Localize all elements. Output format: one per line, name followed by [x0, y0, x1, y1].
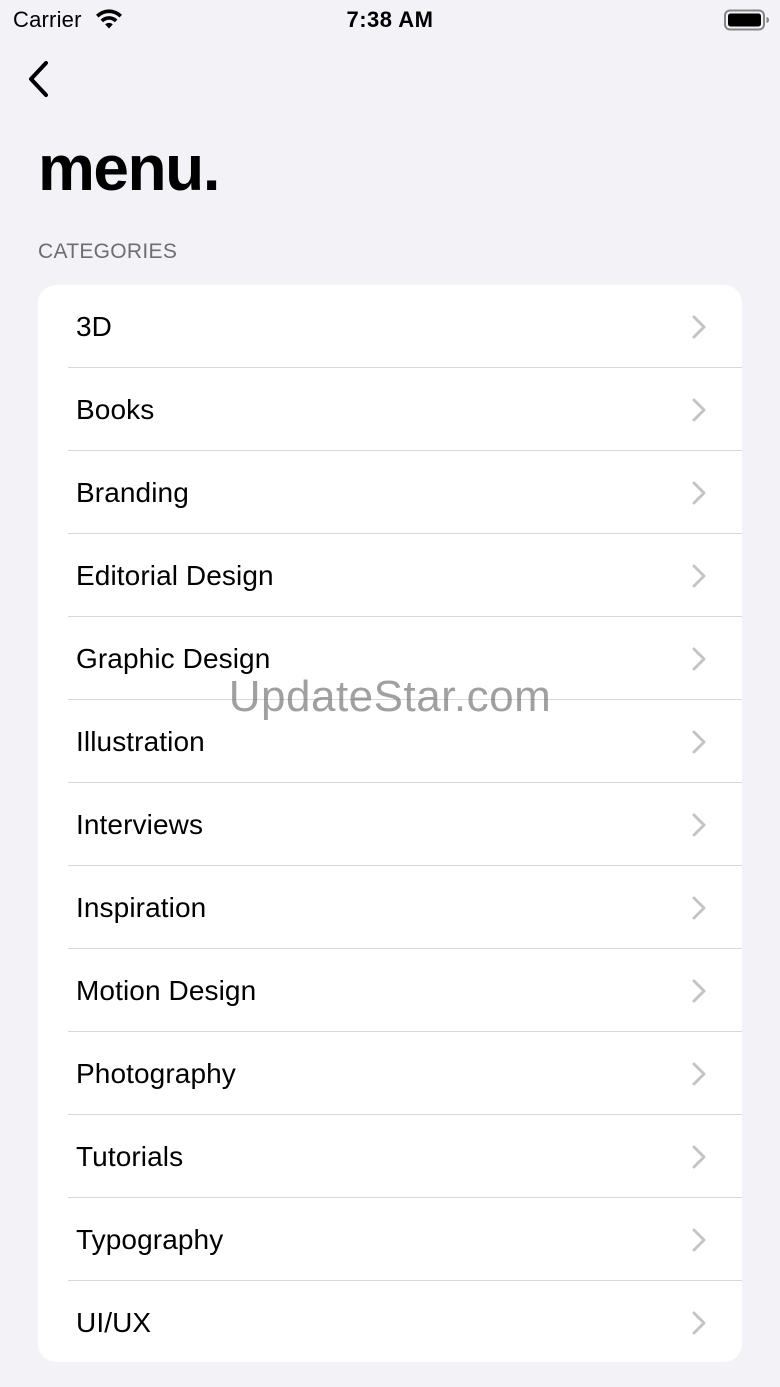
category-row-graphic-design[interactable]: Graphic Design [38, 617, 742, 700]
chevron-right-icon [692, 1311, 706, 1335]
category-row-photography[interactable]: Photography [38, 1032, 742, 1115]
chevron-right-icon [692, 1145, 706, 1169]
category-label: UI/UX [76, 1307, 152, 1338]
category-label: Interviews [76, 809, 204, 840]
chevron-right-icon [692, 564, 706, 588]
category-row-inspiration[interactable]: Inspiration [38, 866, 742, 949]
category-label: Typography [76, 1224, 224, 1255]
category-row-typography[interactable]: Typography [38, 1198, 742, 1281]
chevron-right-icon [692, 979, 706, 1003]
category-row-motion-design[interactable]: Motion Design [38, 949, 742, 1032]
category-label: Photography [76, 1058, 236, 1089]
status-time: 7:38 AM [346, 7, 434, 32]
chevron-right-icon [692, 730, 706, 754]
status-bar: Carrier 7:38 AM [0, 0, 780, 40]
back-button[interactable] [18, 56, 58, 102]
category-label: Illustration [76, 726, 205, 757]
categories-list: 3D Books Branding Editorial Design Graph… [38, 285, 742, 1362]
category-row-3d[interactable]: 3D [38, 285, 742, 368]
chevron-left-icon [29, 61, 48, 97]
category-row-editorial-design[interactable]: Editorial Design [38, 534, 742, 617]
category-label: Editorial Design [76, 560, 274, 591]
chevron-right-icon [692, 647, 706, 671]
category-row-branding[interactable]: Branding [38, 451, 742, 534]
category-label: Graphic Design [76, 643, 271, 674]
category-label: Motion Design [76, 975, 257, 1006]
category-row-books[interactable]: Books [38, 368, 742, 451]
page-title: menu. [38, 132, 220, 204]
chevron-right-icon [692, 1062, 706, 1086]
category-row-tutorials[interactable]: Tutorials [38, 1115, 742, 1198]
section-header: CATEGORIES [38, 240, 178, 263]
category-row-illustration[interactable]: Illustration [38, 700, 742, 783]
chevron-right-icon [692, 398, 706, 422]
category-label: 3D [76, 311, 112, 342]
chevron-right-icon [692, 1228, 706, 1252]
category-label: Inspiration [76, 892, 207, 923]
chevron-right-icon [692, 481, 706, 505]
chevron-right-icon [692, 813, 706, 837]
category-label: Tutorials [76, 1141, 184, 1172]
chevron-right-icon [692, 315, 706, 339]
chevron-right-icon [692, 896, 706, 920]
battery-icon [724, 9, 769, 31]
category-row-ui-ux[interactable]: UI/UX [38, 1281, 742, 1362]
category-label: Books [76, 394, 155, 425]
category-label: Branding [76, 477, 189, 508]
category-row-interviews[interactable]: Interviews [38, 783, 742, 866]
